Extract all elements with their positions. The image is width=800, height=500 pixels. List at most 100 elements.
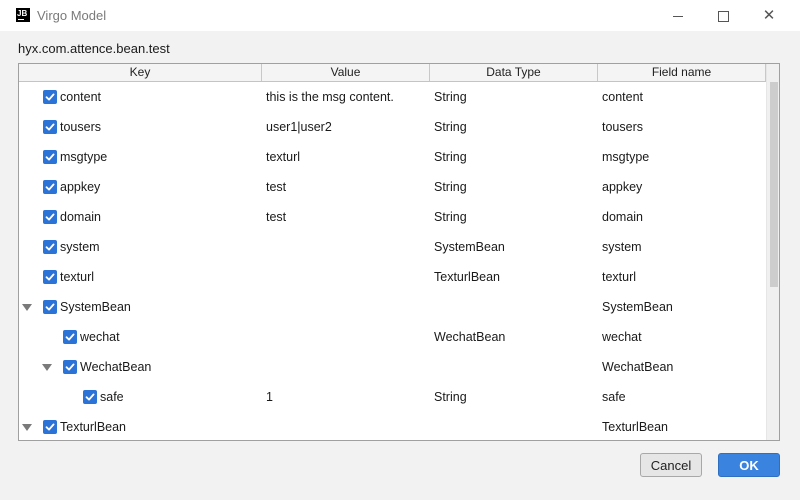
field-name-cell[interactable]: tousers xyxy=(602,112,643,142)
table-header: Key Value Data Type Field name xyxy=(19,64,766,82)
key-cell: appkey xyxy=(60,180,101,194)
value-cell[interactable]: user1|user2 xyxy=(266,112,332,142)
field-name-cell[interactable]: safe xyxy=(602,382,626,412)
key-cell: SystemBean xyxy=(60,300,131,314)
data-type-cell[interactable]: String xyxy=(434,172,467,202)
value-cell[interactable]: texturl xyxy=(266,142,300,172)
key-cell: content xyxy=(60,90,102,104)
data-type-cell[interactable]: String xyxy=(434,112,467,142)
vertical-scrollbar[interactable] xyxy=(766,64,779,440)
value-cell[interactable]: 1 xyxy=(266,382,273,412)
key-cell: texturl xyxy=(60,270,95,284)
cancel-button[interactable]: Cancel xyxy=(640,453,702,477)
value-cell[interactable]: this is the msg content. xyxy=(266,82,394,112)
key-cell: system xyxy=(60,240,100,254)
row-checkbox[interactable] xyxy=(43,420,57,434)
maximize-icon xyxy=(717,11,729,22)
table-row[interactable]: TexturlBean TexturlBean xyxy=(19,412,766,440)
table-row[interactable]: msgtype texturl String msgtype xyxy=(19,142,766,172)
table-row[interactable]: tousers user1|user2 String tousers xyxy=(19,112,766,142)
column-header-field-name[interactable]: Field name xyxy=(598,64,766,81)
value-cell[interactable]: test xyxy=(266,202,286,232)
row-checkbox[interactable] xyxy=(43,240,57,254)
window-title: Virgo Model xyxy=(37,8,107,23)
checkmark-icon xyxy=(45,243,55,251)
table-row[interactable]: WechatBean WechatBean xyxy=(19,352,766,382)
key-cell: tousers xyxy=(60,120,101,134)
minimize-icon xyxy=(673,16,683,17)
checkmark-icon xyxy=(45,273,55,281)
field-name-cell[interactable]: TexturlBean xyxy=(602,412,668,440)
field-name-cell[interactable]: domain xyxy=(602,202,643,232)
title-bar: JB Virgo Model ✕ xyxy=(0,0,800,31)
checkmark-icon xyxy=(45,423,55,431)
scrollbar-thumb[interactable] xyxy=(770,82,778,287)
key-cell: WechatBean xyxy=(80,360,152,374)
expand-arrow-icon[interactable] xyxy=(42,364,52,371)
column-header-key[interactable]: Key xyxy=(19,64,262,81)
checkmark-icon xyxy=(85,393,95,401)
row-checkbox[interactable] xyxy=(43,180,57,194)
expand-arrow-icon[interactable] xyxy=(22,304,32,311)
ok-button[interactable]: OK xyxy=(718,453,780,477)
checkmark-icon xyxy=(65,333,75,341)
checkmark-icon xyxy=(45,213,55,221)
row-checkbox[interactable] xyxy=(43,210,57,224)
table-row[interactable]: texturl TexturlBean texturl xyxy=(19,262,766,292)
column-header-value[interactable]: Value xyxy=(262,64,430,81)
key-cell: TexturlBean xyxy=(60,420,127,434)
table-row[interactable]: safe 1 String safe xyxy=(19,382,766,412)
field-name-cell[interactable]: system xyxy=(602,232,642,262)
data-type-cell[interactable]: String xyxy=(434,382,467,412)
row-checkbox[interactable] xyxy=(43,150,57,164)
table-body: content this is the msg content. String con… xyxy=(19,82,766,440)
model-tree-table: Key Value Data Type Field name content th… xyxy=(18,63,780,441)
table-row[interactable]: domain test String domain xyxy=(19,202,766,232)
expand-arrow-icon[interactable] xyxy=(22,424,32,431)
checkmark-icon xyxy=(45,303,55,311)
checkmark-icon xyxy=(45,123,55,131)
checkmark-icon xyxy=(45,153,55,161)
row-checkbox[interactable] xyxy=(43,90,57,104)
table-row[interactable]: content this is the msg content. String con… xyxy=(19,82,766,112)
checkmark-icon xyxy=(45,183,55,191)
key-cell: safe xyxy=(100,390,124,404)
maximize-button[interactable] xyxy=(700,0,746,31)
close-button[interactable]: ✕ xyxy=(746,0,792,31)
field-name-cell[interactable]: msgtype xyxy=(602,142,649,172)
field-name-cell[interactable]: WechatBean xyxy=(602,352,673,382)
data-type-cell[interactable]: WechatBean xyxy=(434,322,505,352)
data-type-cell[interactable]: String xyxy=(434,202,467,232)
data-type-cell[interactable]: String xyxy=(434,142,467,172)
table-row[interactable]: wechat WechatBean wechat xyxy=(19,322,766,352)
field-name-cell[interactable]: SystemBean xyxy=(602,292,673,322)
key-cell: msgtype xyxy=(60,150,108,164)
table-row[interactable]: SystemBean SystemBean xyxy=(19,292,766,322)
checkmark-icon xyxy=(65,363,75,371)
minimize-button[interactable] xyxy=(655,0,701,31)
table-row[interactable]: system SystemBean system xyxy=(19,232,766,262)
row-checkbox[interactable] xyxy=(83,390,97,404)
field-name-cell[interactable]: content xyxy=(602,82,643,112)
key-cell: wechat xyxy=(80,330,120,344)
data-type-cell[interactable]: SystemBean xyxy=(434,232,505,262)
dialog-body: hyx.com.attence.bean.test Key Value Data… xyxy=(0,31,800,500)
field-name-cell[interactable]: appkey xyxy=(602,172,642,202)
row-checkbox[interactable] xyxy=(43,270,57,284)
package-name-label: hyx.com.attence.bean.test xyxy=(18,41,170,56)
row-checkbox[interactable] xyxy=(43,120,57,134)
data-type-cell[interactable]: String xyxy=(434,82,467,112)
column-header-data-type[interactable]: Data Type xyxy=(430,64,598,81)
jetbrains-logo-icon: JB xyxy=(16,8,30,22)
key-cell: domain xyxy=(60,210,101,224)
value-cell[interactable]: test xyxy=(266,172,286,202)
row-checkbox[interactable] xyxy=(43,300,57,314)
table-row[interactable]: appkey test String appkey xyxy=(19,172,766,202)
row-checkbox[interactable] xyxy=(63,360,77,374)
data-type-cell[interactable]: TexturlBean xyxy=(434,262,500,292)
checkmark-icon xyxy=(45,93,55,101)
row-checkbox[interactable] xyxy=(63,330,77,344)
field-name-cell[interactable]: wechat xyxy=(602,322,642,352)
close-icon: ✕ xyxy=(762,6,776,24)
field-name-cell[interactable]: texturl xyxy=(602,262,636,292)
